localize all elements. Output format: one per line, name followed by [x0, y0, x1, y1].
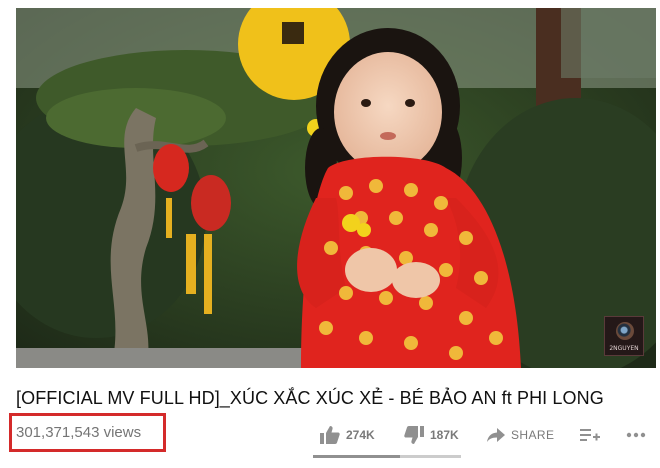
- thumbs-up-icon: [320, 426, 340, 444]
- more-horizontal-icon: [626, 432, 646, 438]
- share-button[interactable]: SHARE: [487, 424, 554, 446]
- thumbs-down-icon: [404, 426, 424, 444]
- save-to-playlist-button[interactable]: [580, 424, 600, 446]
- more-actions-button[interactable]: [626, 424, 646, 446]
- like-button[interactable]: 274K: [320, 424, 375, 446]
- youtube-video-page: 2NGUYEN [OFFICIAL MV FULL HD]_XÚC XẮC XÚ…: [0, 0, 660, 468]
- like-dislike-ratio-bar: [313, 455, 461, 458]
- share-label: SHARE: [511, 428, 555, 442]
- video-title: [OFFICIAL MV FULL HD]_XÚC XẮC XÚC XẺ - B…: [16, 388, 604, 408]
- channel-watermark[interactable]: 2NGUYEN: [604, 316, 644, 356]
- camera-lens-logo-icon: [616, 322, 634, 340]
- watermark-text: 2NGUYEN: [609, 345, 639, 352]
- like-ratio-fill: [313, 455, 401, 458]
- dislike-button[interactable]: 187K: [404, 424, 459, 446]
- share-arrow-icon: [487, 428, 505, 442]
- video-frame: [16, 8, 656, 368]
- video-actions: 274K 187K SHARE: [0, 424, 660, 448]
- like-count: 274K: [346, 428, 375, 442]
- video-player[interactable]: 2NGUYEN: [16, 8, 656, 368]
- dislike-count: 187K: [430, 428, 459, 442]
- add-to-playlist-icon: [580, 427, 600, 443]
